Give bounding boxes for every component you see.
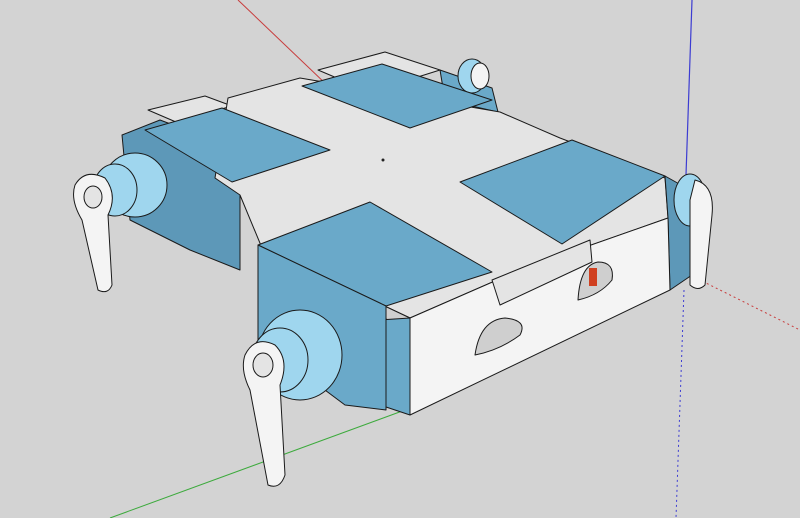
center-mark [381, 158, 385, 162]
part-marker [589, 268, 597, 286]
blue-axis-dotted [675, 289, 685, 518]
horn-front-left [242, 341, 286, 487]
horn-back-left [73, 173, 113, 293]
model-canvas[interactable] [0, 0, 800, 518]
blue-axis [685, 0, 693, 176]
servo-right [664, 173, 713, 291]
3d-model-viewport[interactable] [0, 0, 800, 518]
